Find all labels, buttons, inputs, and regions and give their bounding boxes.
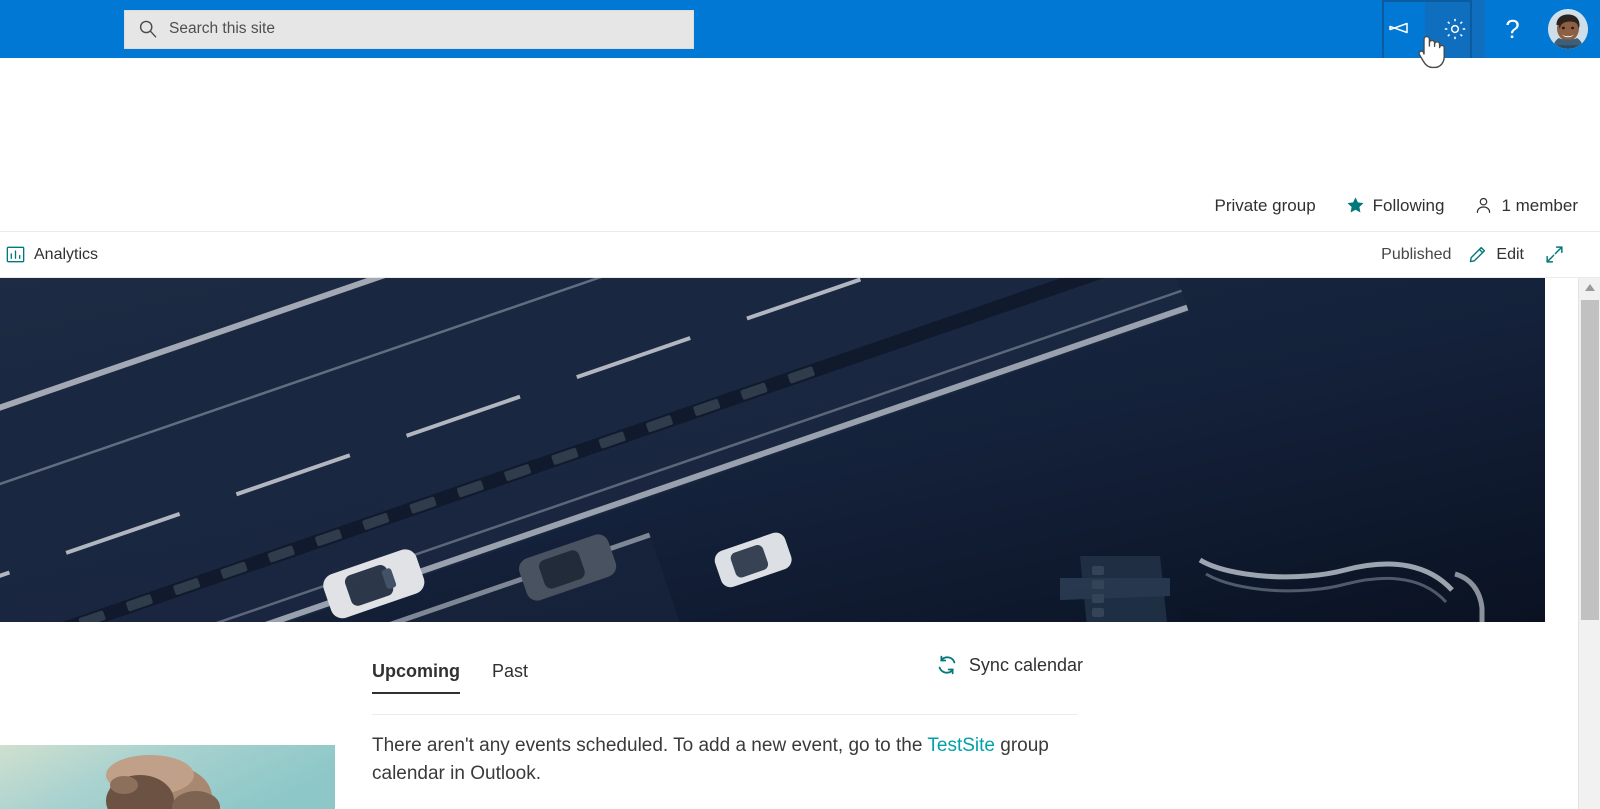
command-bar-left: Analytics bbox=[0, 232, 108, 278]
events-header: Upcoming Past Sync calendar bbox=[372, 648, 1083, 694]
expand-diagonal-icon bbox=[1544, 244, 1565, 265]
members-button[interactable]: 1 member bbox=[1474, 196, 1578, 216]
sync-refresh-icon bbox=[936, 654, 958, 676]
tab-upcoming[interactable]: Upcoming bbox=[372, 661, 460, 694]
edit-label: Edit bbox=[1496, 245, 1524, 263]
hero-highway-artwork bbox=[0, 278, 1545, 622]
event-thumbnail-image bbox=[0, 745, 335, 809]
tab-past[interactable]: Past bbox=[492, 661, 528, 694]
sharepoint-site-page: ? bbox=[0, 0, 1600, 809]
following-button[interactable]: Following bbox=[1346, 195, 1445, 216]
analytics-chart-icon bbox=[6, 245, 25, 264]
members-label: 1 member bbox=[1501, 195, 1578, 215]
testsite-group-link[interactable]: TestSite bbox=[927, 735, 995, 756]
privacy-text: Private group bbox=[1214, 195, 1316, 215]
privacy-label: Private group bbox=[1215, 196, 1316, 216]
suite-bar-actions: ? bbox=[1370, 0, 1600, 58]
pencil-edit-icon bbox=[1467, 245, 1487, 265]
event-thumbnail[interactable] bbox=[0, 745, 335, 809]
analytics-label: Analytics bbox=[34, 245, 99, 263]
avatar-photo bbox=[1548, 9, 1588, 49]
site-header bbox=[0, 58, 1600, 180]
hero-image[interactable]: y bbox=[0, 278, 1545, 622]
events-empty-message: There aren't any events scheduled. To ad… bbox=[372, 732, 1072, 788]
settings-gear-icon[interactable] bbox=[1425, 0, 1485, 58]
site-meta-row: Private group Following 1 member bbox=[0, 180, 1600, 232]
app-launcher-slot[interactable] bbox=[0, 0, 124, 58]
command-bar-right: Published Edit bbox=[1381, 232, 1600, 278]
star-icon bbox=[1346, 196, 1365, 215]
feedback-megaphone-icon[interactable] bbox=[1370, 0, 1425, 58]
events-divider bbox=[372, 714, 1077, 715]
command-bar: Analytics Published Edit bbox=[0, 232, 1600, 278]
scrollbar-thumb[interactable] bbox=[1581, 300, 1599, 620]
edit-button[interactable]: Edit bbox=[1457, 232, 1534, 278]
empty-text-before: There aren't any events scheduled. To ad… bbox=[372, 735, 928, 756]
suite-bar: ? bbox=[0, 0, 1600, 58]
user-avatar[interactable] bbox=[1548, 9, 1588, 49]
person-icon bbox=[1474, 196, 1493, 215]
sync-calendar-button[interactable]: Sync calendar bbox=[936, 654, 1083, 676]
search-input[interactable] bbox=[169, 20, 681, 38]
sync-calendar-label: Sync calendar bbox=[968, 654, 1083, 675]
published-status: Published bbox=[1381, 245, 1452, 263]
search-icon bbox=[137, 18, 159, 40]
search-box[interactable] bbox=[124, 9, 694, 49]
following-label: Following bbox=[1372, 195, 1445, 215]
help-question-icon[interactable]: ? bbox=[1485, 0, 1540, 58]
analytics-button[interactable]: Analytics bbox=[0, 232, 108, 278]
expand-button[interactable] bbox=[1534, 232, 1584, 278]
vertical-scrollbar[interactable] bbox=[1578, 278, 1600, 809]
scroll-up-arrow-icon[interactable] bbox=[1579, 278, 1600, 298]
